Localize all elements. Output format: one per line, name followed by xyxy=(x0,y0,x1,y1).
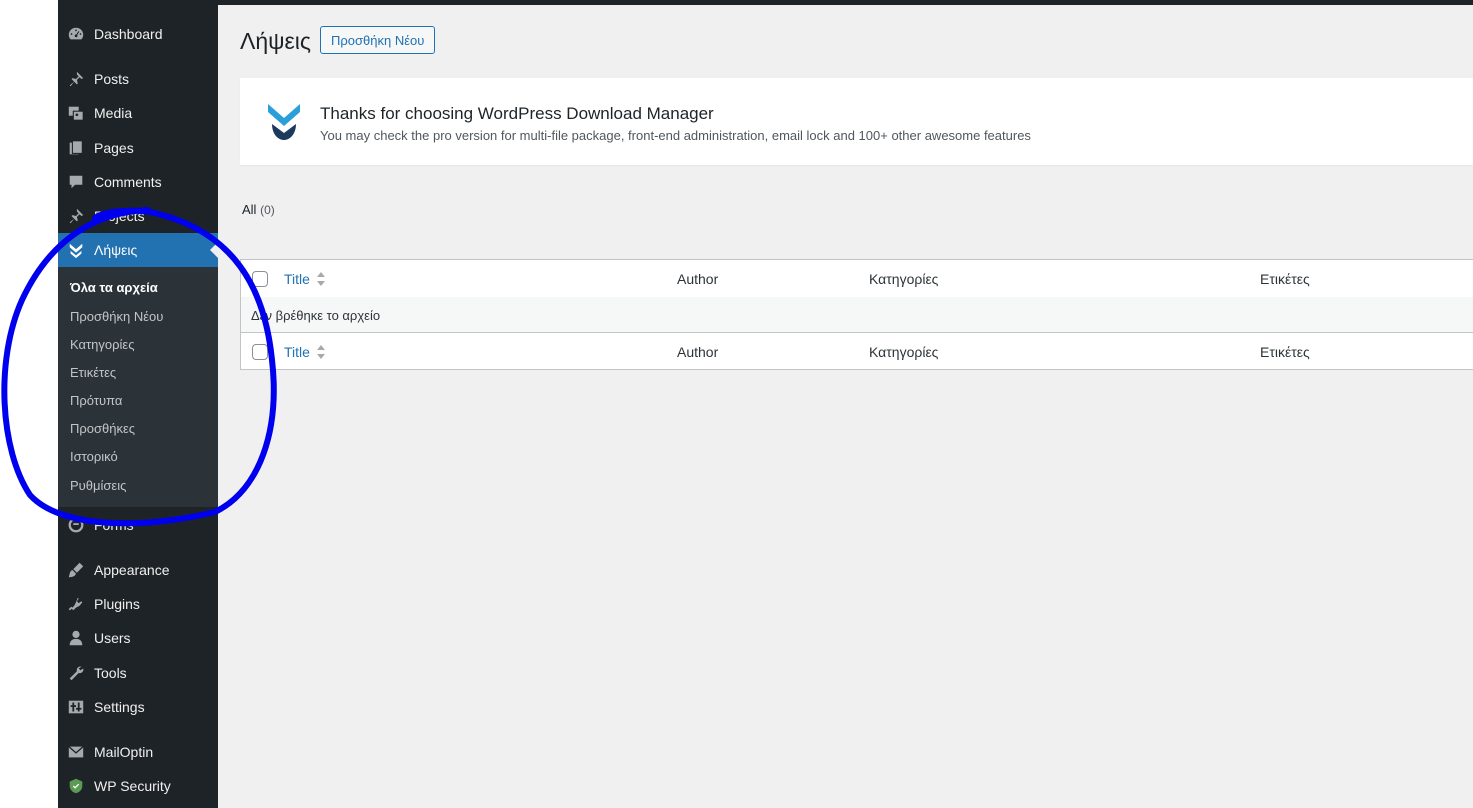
forms-icon xyxy=(66,515,86,535)
menu-label: Comments xyxy=(94,174,162,190)
menu-label: Λήψεις xyxy=(94,242,138,258)
wrench-icon xyxy=(66,663,86,683)
add-new-button[interactable]: Προσθήκη Νέου xyxy=(320,26,436,54)
select-all-checkbox[interactable] xyxy=(252,271,268,287)
column-categories: Κατηγορίες xyxy=(869,271,939,287)
column-tags: Ετικέτες xyxy=(1260,271,1310,287)
wpdm-logo-icon xyxy=(264,100,304,142)
mail-icon xyxy=(66,742,86,762)
wpdm-notice: Thanks for choosing WordPress Download M… xyxy=(240,78,1473,165)
downloads-submenu: Όλα τα αρχεία Προσθήκη Νέου Κατηγορίες Ε… xyxy=(58,267,218,507)
column-author: Author xyxy=(677,271,719,287)
settings-icon xyxy=(66,697,86,717)
menu-label: Tools xyxy=(94,665,127,681)
menu-label: Pages xyxy=(94,140,134,156)
menu-label: Projects xyxy=(94,208,145,224)
menu-label: WP Security xyxy=(94,778,171,794)
dashboard-icon xyxy=(66,24,86,44)
view-all-count: (0) xyxy=(260,203,275,217)
sort-arrows-icon xyxy=(316,271,326,287)
column-title-sortable-footer[interactable]: Title xyxy=(284,344,326,360)
sort-arrows-icon xyxy=(316,344,326,360)
select-all-checkbox-footer[interactable] xyxy=(252,344,268,360)
menu-item-downloads[interactable]: Λήψεις xyxy=(58,233,218,267)
menu-label: Dashboard xyxy=(94,26,163,42)
column-title-label: Title xyxy=(284,344,310,360)
menu-label: Users xyxy=(94,630,131,646)
pages-icon xyxy=(66,138,86,158)
menu-label: MailOptin xyxy=(94,744,154,760)
table-empty-row: Δεν βρέθηκε το αρχείο xyxy=(241,297,1473,332)
column-title-sortable[interactable]: Title xyxy=(284,271,326,287)
column-categories: Κατηγορίες xyxy=(869,344,939,360)
admin-sidebar: Dashboard Posts Media Pages Comments Pro… xyxy=(58,0,218,808)
comments-icon xyxy=(66,172,86,192)
menu-label: Appearance xyxy=(94,562,170,578)
menu-item-comments[interactable]: Comments xyxy=(58,165,218,199)
brush-icon xyxy=(66,560,86,580)
content-area: Λήψεις Προσθήκη Νέου Thanks for choosing… xyxy=(218,5,1473,808)
page-title: Λήψεις xyxy=(240,28,311,54)
menu-label: Plugins xyxy=(94,596,140,612)
table-footer-row: Title Author Κατηγορίες Ετικέτες xyxy=(241,332,1473,370)
menu-label: Forms xyxy=(94,517,134,533)
menu-label: Posts xyxy=(94,71,130,87)
menu-item-settings[interactable]: Settings xyxy=(58,690,218,724)
menu-item-users[interactable]: Users xyxy=(58,621,218,655)
menu-item-mailoptin[interactable]: MailOptin xyxy=(58,735,218,769)
submenu-tags[interactable]: Ετικέτες xyxy=(70,362,116,384)
menu-item-pages[interactable]: Pages xyxy=(58,131,218,165)
shield-icon xyxy=(66,776,86,796)
menu-item-wp-security[interactable]: WP Security xyxy=(58,769,218,803)
user-icon xyxy=(66,628,86,648)
submenu-settings[interactable]: Ρυθμίσεις xyxy=(70,475,126,497)
table-header-row: Title Author Κατηγορίες Ετικέτες xyxy=(241,260,1473,298)
submenu-categories[interactable]: Κατηγορίες xyxy=(70,334,134,356)
view-all-label: All xyxy=(242,202,257,217)
pin-icon xyxy=(66,69,86,89)
menu-item-appearance[interactable]: Appearance xyxy=(58,553,218,587)
menu-item-tools[interactable]: Tools xyxy=(58,656,218,690)
no-items-message: Δεν βρέθηκε το αρχείο xyxy=(251,308,381,323)
submenu-history[interactable]: Ιστορικό xyxy=(70,446,118,468)
submenu-add-new[interactable]: Προσθήκη Νέου xyxy=(70,306,163,328)
column-tags: Ετικέτες xyxy=(1260,344,1310,360)
notice-title: Thanks for choosing WordPress Download M… xyxy=(320,104,714,123)
column-title-label: Title xyxy=(284,271,310,287)
media-icon xyxy=(66,103,86,123)
plugin-icon xyxy=(66,594,86,614)
submenu-addons[interactable]: Προσθήκες xyxy=(70,418,135,440)
download-icon xyxy=(66,240,86,260)
menu-item-plugins[interactable]: Plugins xyxy=(58,587,218,621)
view-filter-all[interactable]: All (0) xyxy=(242,202,275,217)
menu-label: Settings xyxy=(94,699,145,715)
menu-item-media[interactable]: Media xyxy=(58,96,218,130)
menu-item-forms[interactable]: Forms xyxy=(58,508,218,542)
menu-item-projects[interactable]: Projects xyxy=(58,199,218,233)
notice-description: You may check the pro version for multi-… xyxy=(320,128,1031,143)
submenu-templates[interactable]: Πρότυπα xyxy=(70,390,122,412)
menu-label: Media xyxy=(94,105,133,121)
submenu-all-files[interactable]: Όλα τα αρχεία xyxy=(70,277,158,299)
column-author: Author xyxy=(677,344,719,360)
pin-icon xyxy=(66,206,86,226)
menu-item-dashboard[interactable]: Dashboard xyxy=(58,17,218,51)
menu-item-posts[interactable]: Posts xyxy=(58,62,218,96)
downloads-table: Title Author Κατηγορίες Ετικέτες Δεν βρέ… xyxy=(240,259,1473,370)
